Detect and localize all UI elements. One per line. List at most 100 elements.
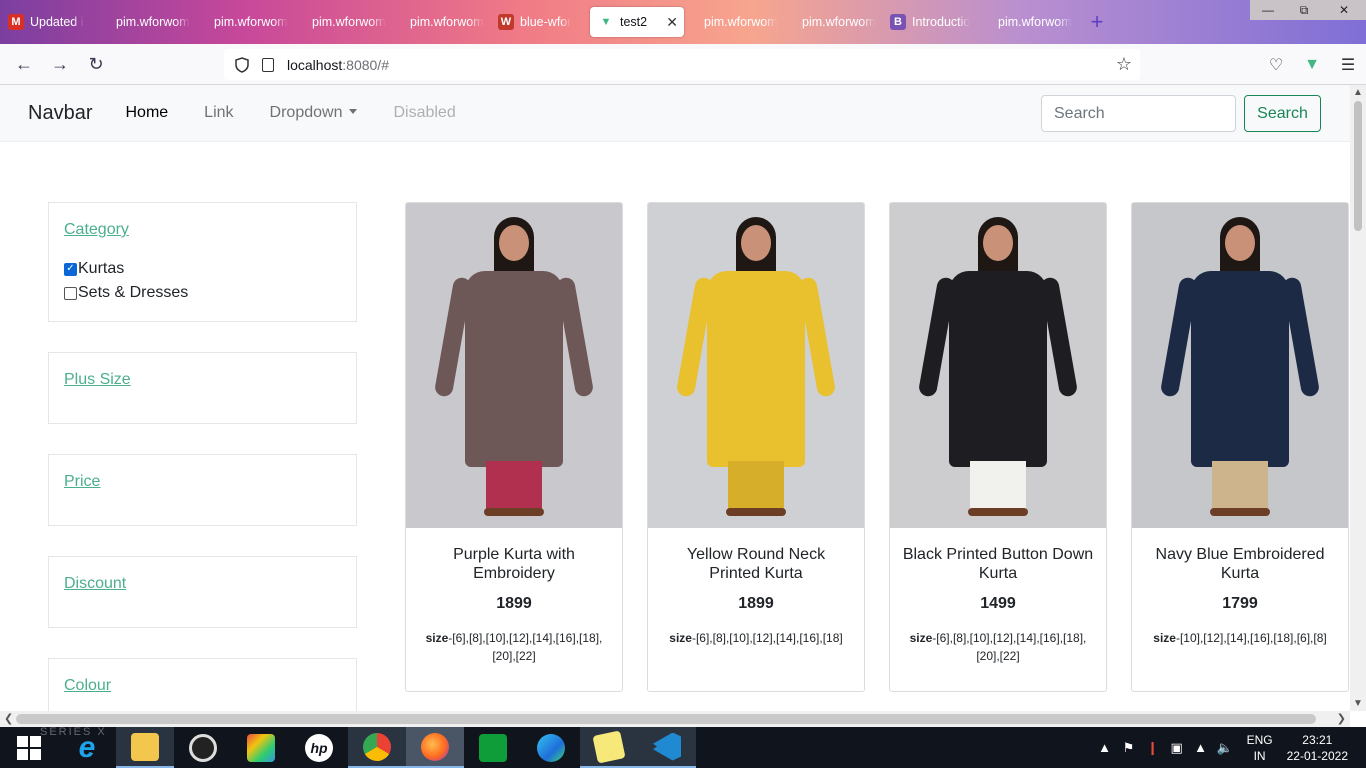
product-sizes: size-[10],[12],[14],[16],[18],[6],[8] (1132, 629, 1348, 647)
vertical-scrollbar[interactable]: ▲ ▼ (1350, 85, 1366, 711)
checkbox-unchecked-icon[interactable] (64, 286, 77, 300)
file-explorer-icon (131, 732, 159, 761)
taskbar-vscode[interactable] (638, 727, 696, 768)
edge-icon (537, 733, 565, 762)
filter-option-label: Kurtas (78, 260, 125, 277)
model-feet (1210, 508, 1270, 516)
clock[interactable]: 23:21 22-01-2022 (1287, 732, 1348, 764)
browser-tab[interactable]: pim.wforwom (294, 7, 392, 37)
discount-filter-title[interactable]: Discount (64, 575, 341, 593)
product-card[interactable]: Navy Blue Embroidered Kurta 1799 size-[10]… (1131, 202, 1349, 692)
model-feet (726, 508, 786, 516)
scroll-up-icon[interactable]: ▲ (1353, 87, 1363, 98)
scroll-left-icon[interactable]: ❮ (4, 712, 13, 725)
search-input[interactable] (1041, 95, 1236, 132)
taskbar-edge[interactable] (522, 727, 580, 768)
taskbar-sticky-notes[interactable] (580, 727, 638, 768)
taskbar-store[interactable] (464, 727, 522, 768)
language-code: ENG (1246, 732, 1273, 747)
product-price: 1499 (980, 595, 1016, 612)
language-indicator[interactable]: ENG IN (1247, 732, 1273, 764)
nav-link[interactable]: Link (204, 104, 233, 122)
product-image[interactable] (890, 203, 1106, 528)
product-image[interactable] (1132, 203, 1348, 528)
taskbar-app-eye[interactable] (174, 727, 232, 768)
taskbar-chrome[interactable] (348, 727, 406, 768)
filter-option-sets-dresses[interactable]: Sets & Dresses (64, 281, 341, 305)
size-values: -[6],[8],[10],[12],[14],[16],[18] (691, 631, 843, 645)
battery-icon[interactable]: ▣ (1165, 740, 1189, 756)
scroll-down-icon[interactable]: ▼ (1353, 698, 1363, 709)
navbar-brand[interactable]: Navbar (28, 102, 92, 125)
product-image[interactable] (406, 203, 622, 528)
search-button[interactable]: Search (1244, 95, 1321, 132)
browser-tab-label: pim.wforwom (116, 15, 190, 29)
filter-option-label: Sets & Dresses (78, 284, 189, 301)
browser-tab[interactable]: ▼ test2 ✕ (590, 7, 684, 37)
model-kurta (1191, 271, 1289, 467)
size-label: size (669, 631, 692, 645)
pocket-icon[interactable]: ♡ (1258, 55, 1294, 75)
volume-icon[interactable]: 🔈 (1213, 740, 1237, 756)
product-title[interactable]: Black Printed Button Down Kurta (890, 545, 1106, 583)
browser-tab[interactable]: pim.wforwom (784, 7, 882, 37)
restore-icon[interactable]: ⧉ (1286, 0, 1322, 20)
menu-icon[interactable]: ☰ (1330, 55, 1366, 75)
product-title[interactable]: Navy Blue Embroidered Kurta (1132, 545, 1348, 583)
browser-tab-strip: M Updated i pim.wforwom pim.wforwom pim.wfor… (0, 0, 1366, 44)
product-title[interactable]: Yellow Round Neck Printed Kurta (648, 545, 864, 583)
taskbar-hp[interactable]: hp (290, 727, 348, 768)
bookmark-star-icon[interactable]: ☆ (1116, 54, 1132, 75)
close-tab-icon[interactable]: ✕ (666, 14, 678, 31)
reload-icon[interactable]: ↻ (78, 48, 114, 80)
browser-tab[interactable]: Wblue-wfor (490, 7, 588, 37)
browser-tab[interactable]: pim.wforwom (686, 7, 784, 37)
price-filter-title[interactable]: Price (64, 473, 341, 491)
model-bottoms (486, 461, 542, 511)
taskbar-firefox[interactable] (406, 727, 464, 768)
scrollbar-thumb[interactable] (16, 714, 1316, 724)
browser-tab[interactable]: pim.wforwom (98, 7, 196, 37)
taskbar-file-explorer[interactable] (116, 727, 174, 768)
plus-size-filter-title[interactable]: Plus Size (64, 371, 341, 389)
browser-tab[interactable]: pim.wforwom (392, 7, 490, 37)
scrollbar-thumb[interactable] (1354, 101, 1362, 231)
network-icon[interactable]: ▲ (1189, 740, 1213, 755)
shield-icon[interactable] (234, 56, 250, 73)
browser-tab[interactable]: pim.wforwom (980, 7, 1078, 37)
category-filter-title[interactable]: Category (64, 221, 341, 239)
product-image[interactable] (648, 203, 864, 528)
address-bar[interactable]: localhost:8080/# ☆ (224, 49, 1140, 80)
vue-devtools-icon[interactable]: ▼ (1294, 56, 1330, 74)
product-card[interactable]: Yellow Round Neck Printed Kurta 1899 size-… (647, 202, 865, 692)
horizontal-scrollbar[interactable]: ❮ ❯ (0, 711, 1350, 727)
taskbar-app-puzzle[interactable] (232, 727, 290, 768)
browser-tab[interactable]: M Updated i (0, 7, 98, 37)
nav-home-link[interactable]: Home (125, 104, 168, 122)
flag-icon[interactable]: ⚑ (1117, 740, 1141, 756)
scroll-right-icon[interactable]: ❯ (1337, 712, 1346, 725)
checkbox-checked-icon[interactable]: ✓ (64, 262, 77, 276)
browser-tab[interactable]: B Introductio (882, 7, 980, 37)
windows-taskbar: e hp ▲ ⚑ ❙ ▣ ▲ 🔈 ENG IN 23:21 22-01-2022 (0, 727, 1366, 768)
product-title[interactable]: Purple Kurta with Embroidery (406, 545, 622, 583)
size-label: size (1153, 631, 1176, 645)
forward-arrow-icon[interactable]: → (42, 48, 78, 80)
page-info-icon[interactable] (262, 57, 274, 72)
browser-tab[interactable]: pim.wforwom (196, 7, 294, 37)
product-card[interactable]: Black Printed Button Down Kurta 1499 size-… (889, 202, 1107, 692)
alert-icon[interactable]: ❙ (1141, 740, 1165, 756)
chevron-up-icon[interactable]: ▲ (1093, 740, 1117, 755)
minimize-icon[interactable]: — (1250, 0, 1286, 20)
back-arrow-icon[interactable]: ← (6, 48, 42, 80)
product-card[interactable]: Purple Kurta with Embroidery 1899 size-[6]… (405, 202, 623, 692)
browser-tab-label: pim.wforwom (214, 15, 288, 29)
colour-filter-title[interactable]: Colour (64, 677, 341, 695)
window-controls: — ⧉ ✕ (1250, 0, 1366, 20)
watermark: SERIES X (40, 726, 107, 738)
filter-option-kurtas[interactable]: ✓ Kurtas (64, 257, 341, 281)
close-window-icon[interactable]: ✕ (1322, 0, 1366, 20)
nav-dropdown[interactable]: Dropdown (270, 104, 358, 122)
new-tab-button[interactable]: + (1082, 7, 1112, 37)
price-filter: Price (48, 454, 357, 526)
